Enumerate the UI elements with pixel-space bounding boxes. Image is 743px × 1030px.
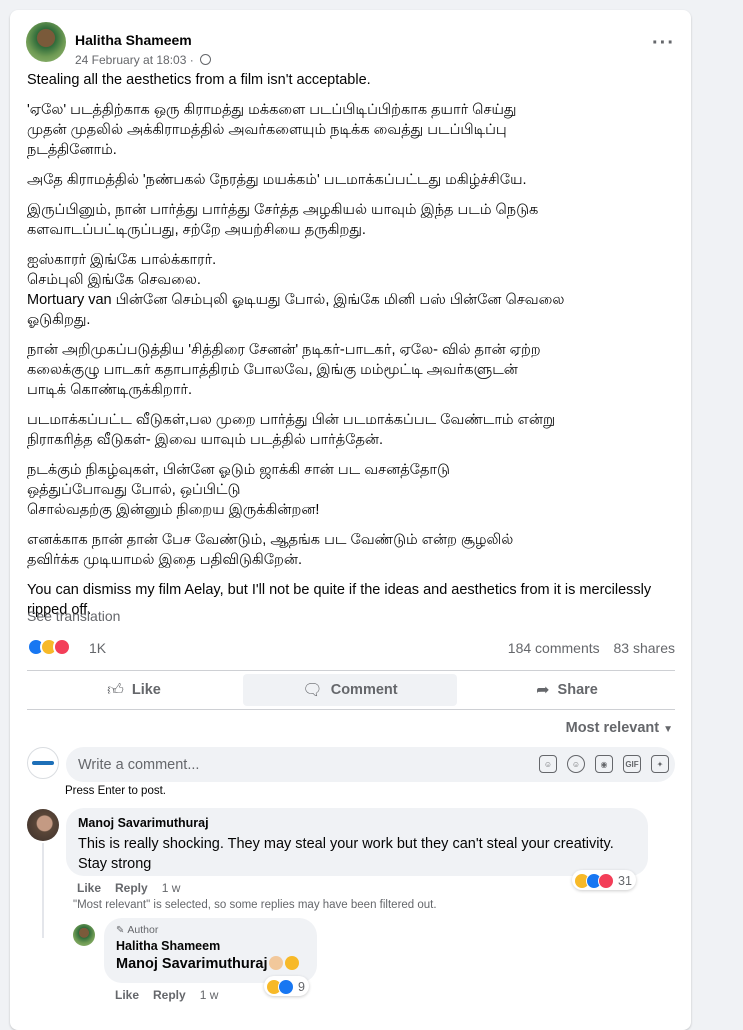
comment-reply-button[interactable]: Reply (115, 881, 148, 895)
comments-count[interactable]: 184 comments (508, 640, 600, 656)
comment-label: Comment (330, 682, 398, 698)
more-options-icon[interactable]: ··· (652, 33, 675, 53)
post-paragraph: எனக்காக நான் தான் பேச வேண்டும், ஆதங்க பட… (27, 532, 514, 568)
post-paragraph: படமாக்கப்பட்ட வீடுகள்,பல முறை பார்த்து ப… (27, 412, 556, 448)
comment-button[interactable]: 🗨︎ Comment (243, 674, 457, 706)
commenter-name[interactable]: Manoj Savarimuthuraj (78, 816, 636, 830)
post-paragraph: நடக்கும் நிகழ்வுகள், பின்னே ஓடும் ஜாக்கி… (27, 462, 450, 518)
like-button[interactable]: 👍︎ Like (27, 674, 241, 706)
reply-author-name[interactable]: Halitha Shameem (116, 939, 305, 953)
post-paragraph: You can dismiss my film Aelay, but I'll … (27, 582, 652, 618)
comment-reaction-count: 31 (618, 873, 632, 888)
reply-time[interactable]: 1 w (200, 988, 219, 1002)
sticker-icon[interactable]: ✦ (651, 755, 669, 773)
composer-tools: ☺ ☺ ◉ GIF ✦ (539, 755, 669, 773)
post-card: Halitha Shameem 24 February at 18:03 · ·… (10, 10, 691, 1030)
shares-count[interactable]: 83 shares (614, 640, 675, 656)
love-reaction-icon[interactable] (53, 638, 71, 656)
share-button[interactable]: ➦ Share (460, 674, 674, 706)
speech-bubble-icon: 🗨︎ (302, 682, 323, 699)
avatar-sticker-icon[interactable]: ☺ (539, 755, 557, 773)
comment-input[interactable] (78, 747, 518, 782)
like-label: Like (131, 682, 161, 698)
sort-label: Most relevant (565, 720, 660, 736)
camera-icon[interactable]: ◉ (595, 755, 613, 773)
comment-actions: Like Reply 1 w (77, 881, 180, 895)
post-paragraph: நான் அறிமுகப்படுத்திய 'சித்திரை சேனன்' ந… (27, 342, 541, 398)
composer-hint: Press Enter to post. (65, 785, 166, 797)
post-timestamp[interactable]: 24 February at 18:03 · (75, 53, 212, 67)
gif-icon[interactable]: GIF (623, 755, 641, 773)
post-paragraph: இருப்பினும், நான் பார்த்து பார்த்து சேர்… (27, 202, 539, 238)
current-user-avatar[interactable] (27, 747, 59, 779)
folded-hands-emoji-icon (269, 956, 284, 970)
like-reaction-icon (278, 978, 294, 995)
comment-text: This is really shocking. They may steal … (78, 836, 614, 872)
author-badge-label: Author (127, 924, 159, 936)
pencil-icon: ✎ (116, 925, 125, 936)
smiling-face-emoji-icon (285, 956, 300, 970)
reply-reaction-count: 9 (298, 979, 305, 994)
post-paragraph: ஐஸ்காரர் இங்கே பால்க்காரர். செம்புலி இங்… (27, 252, 565, 328)
post-paragraph: அதே கிராமத்தில் 'நண்பகல் நேரத்து மயக்கம்… (27, 172, 527, 188)
share-label: Share (557, 682, 598, 698)
reply-reply-button[interactable]: Reply (153, 988, 186, 1002)
comment-composer: ☺ ☺ ◉ GIF ✦ (66, 747, 675, 782)
reply-bubble: ✎ Author Halitha Shameem Manoj Savarimuth… (104, 918, 317, 983)
post-author-name[interactable]: Halitha Shameem (75, 32, 192, 48)
comment-sort-dropdown[interactable]: Most relevant ▼ (566, 720, 673, 736)
post-body: Stealing all the aesthetics from a film … (27, 70, 682, 630)
reply-like-button[interactable]: Like (115, 988, 139, 1002)
comment-reactions[interactable]: 31 (572, 870, 636, 890)
engagement-counts: 184 comments 83 shares (498, 640, 675, 656)
mentioned-user-link[interactable]: Manoj Savarimuthuraj (116, 956, 267, 972)
post-action-bar: 👍︎ Like 🗨︎ Comment ➦ Share (27, 670, 675, 710)
see-translation-link[interactable]: See translation (27, 608, 120, 624)
post-paragraph: 'ஏலே' படத்திற்காக ஒரு கிராமத்து மக்களை ப… (27, 102, 517, 158)
reply-text: Manoj Savarimuthuraj (116, 956, 305, 972)
comment-time[interactable]: 1 w (162, 881, 181, 895)
reply-actions: Like Reply 1 w (115, 988, 218, 1002)
reply-reactions[interactable]: 9 (264, 976, 309, 996)
author-badge: ✎ Author (116, 924, 305, 936)
post-header: Halitha Shameem 24 February at 18:03 · ·… (26, 20, 675, 67)
thread-line (42, 843, 44, 938)
thumbs-up-icon: 👍︎ (107, 681, 124, 699)
comment-bubble: Manoj Savarimuthuraj This is really shoc… (66, 808, 648, 876)
post-timestamp-text[interactable]: 24 February at 18:03 · (75, 53, 194, 67)
reaction-count[interactable]: 1K (89, 640, 106, 656)
share-arrow-icon: ➦ (536, 682, 550, 699)
emoji-icon[interactable]: ☺ (567, 755, 585, 773)
comment-like-button[interactable]: Like (77, 881, 101, 895)
globe-icon (200, 54, 212, 65)
filter-note: "Most relevant" is selected, so some rep… (73, 899, 437, 911)
love-reaction-icon (598, 872, 614, 889)
commenter-avatar[interactable] (27, 809, 59, 841)
post-stats: 1K 184 comments 83 shares (27, 636, 675, 660)
author-avatar[interactable] (26, 22, 66, 62)
reply-author-avatar[interactable] (73, 924, 95, 946)
post-paragraph: Stealing all the aesthetics from a film … (27, 72, 371, 88)
chevron-down-icon: ▼ (663, 724, 673, 735)
